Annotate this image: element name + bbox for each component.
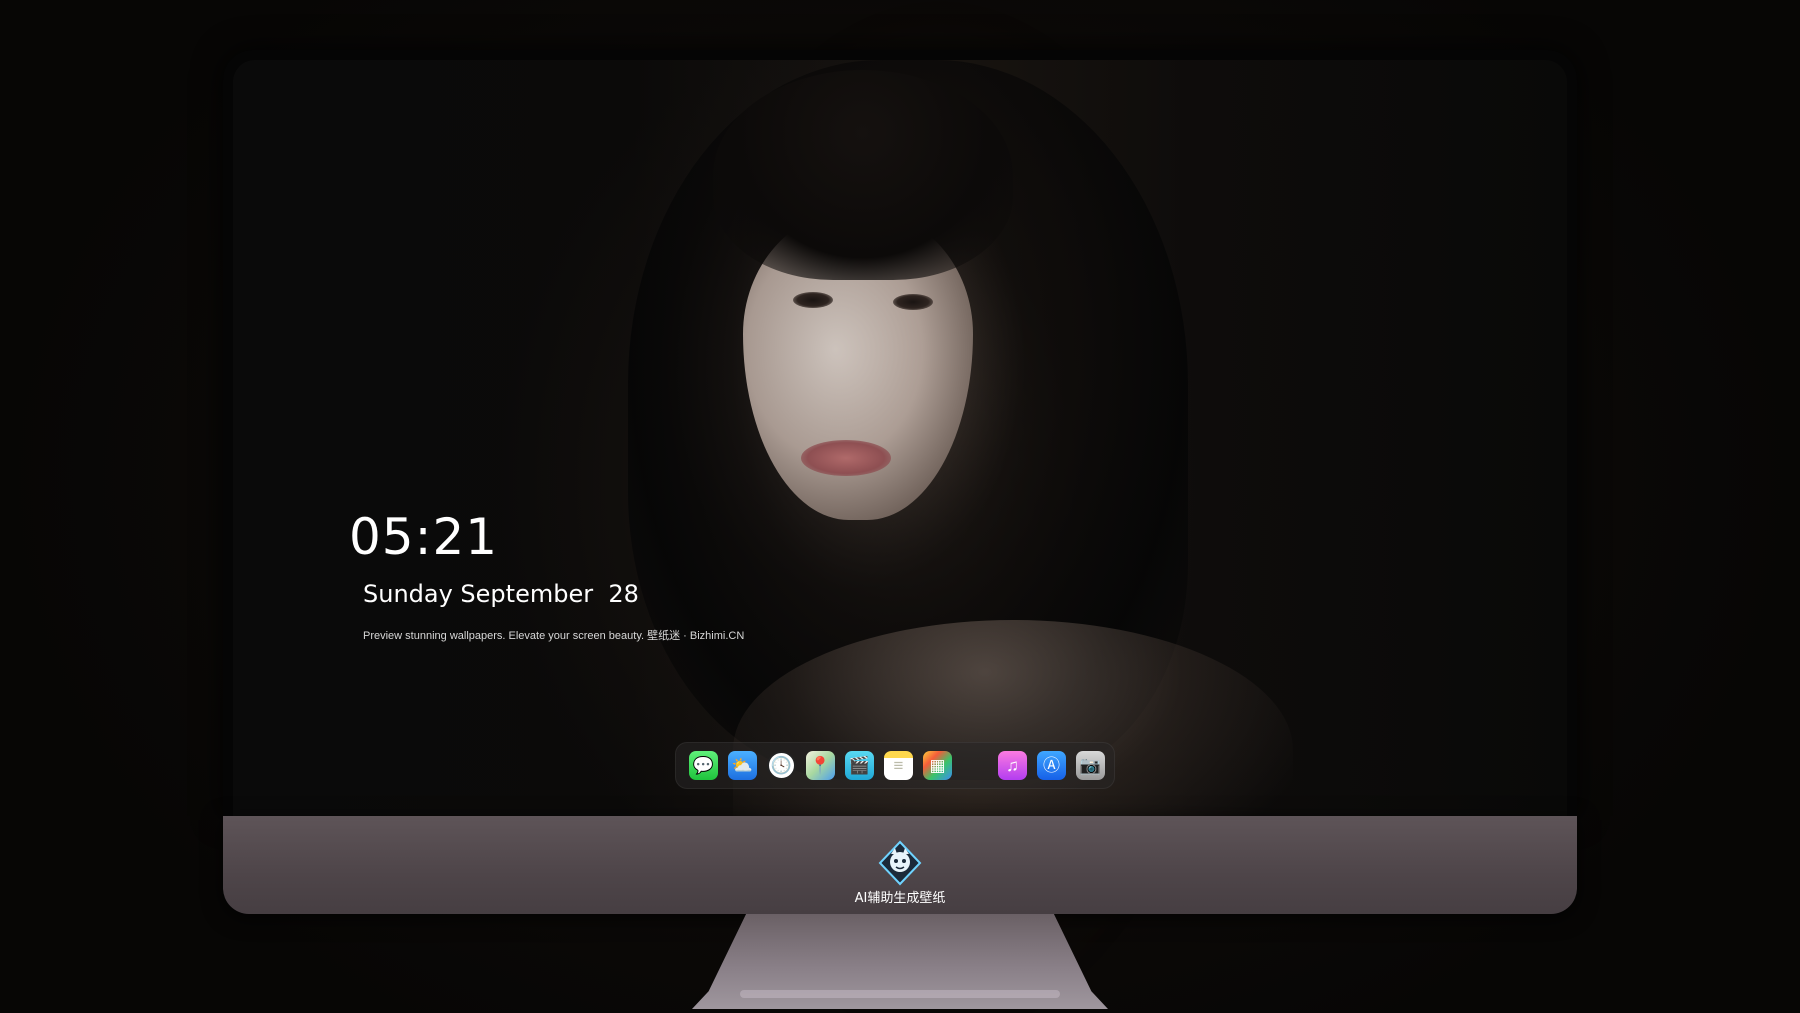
wallpaper-lips xyxy=(801,440,891,476)
wallpaper-bangs xyxy=(713,70,1013,280)
monitor: 05:21 Sunday September 28 Preview stunni… xyxy=(223,50,1577,914)
speech-bubble-icon[interactable]: 💬 xyxy=(689,751,718,780)
wallpaper-eye-right xyxy=(893,294,933,310)
app-store-icon[interactable]: Ⓐ xyxy=(1037,751,1066,780)
music-note-icon[interactable]: ♫ xyxy=(998,751,1027,780)
wallpaper-portrait-image xyxy=(233,60,1567,816)
monitor-stand xyxy=(692,914,1108,1010)
mascot-logo-icon xyxy=(877,840,923,886)
notes-icon[interactable]: ≡ xyxy=(884,751,913,780)
map-icon[interactable]: 📍 xyxy=(806,751,835,780)
cloud-sun-icon[interactable]: ⛅ xyxy=(728,751,757,780)
clock-icon[interactable]: 🕓 xyxy=(767,751,796,780)
screen: 05:21 Sunday September 28 Preview stunni… xyxy=(233,60,1567,816)
monitor-bezel: 05:21 Sunday September 28 Preview stunni… xyxy=(223,50,1577,816)
dock: 💬 ⛅ 🕓 📍 🎬 ≡ ▦ ♫ Ⓐ 📷 xyxy=(675,742,1115,789)
stage: 05:21 Sunday September 28 Preview stunni… xyxy=(0,0,1800,1013)
lockscreen-tagline: Preview stunning wallpapers. Elevate you… xyxy=(363,630,745,642)
lockscreen-time: 05:21 xyxy=(349,508,499,566)
camera-icon[interactable]: 📷 xyxy=(1076,751,1105,780)
stand-highlight xyxy=(740,990,1060,998)
lockscreen-date: Sunday September 28 xyxy=(363,580,639,608)
chin-label: AI辅助生成壁纸 xyxy=(854,891,946,906)
wallpaper-eye-left xyxy=(793,292,833,308)
clapperboard-icon[interactable]: 🎬 xyxy=(845,751,874,780)
photos-icon[interactable]: ▦ xyxy=(923,751,952,780)
